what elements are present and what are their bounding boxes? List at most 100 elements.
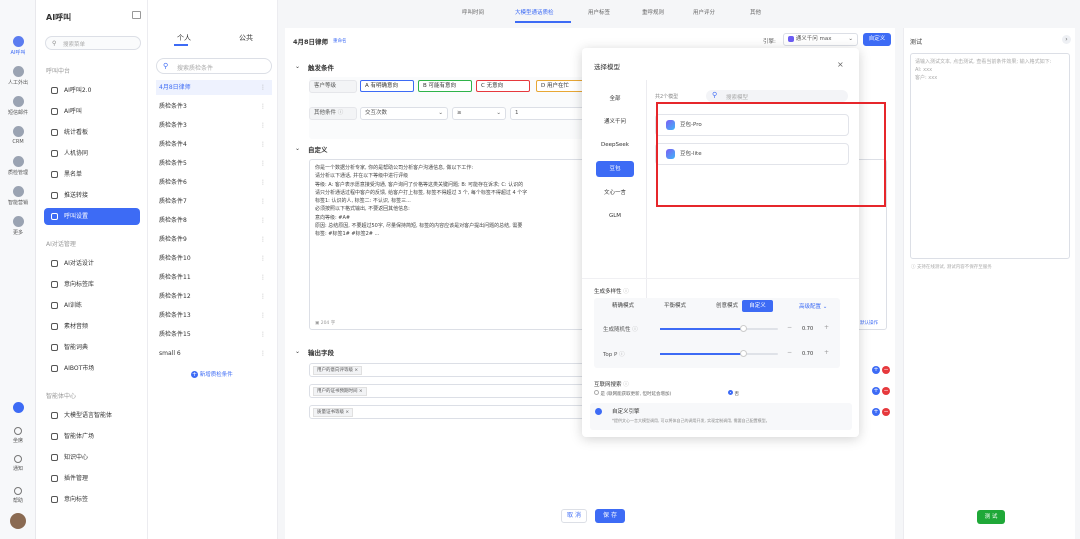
chevron-right-icon[interactable]: › (1062, 35, 1071, 44)
vendor-tab[interactable]: 豆包 (596, 161, 634, 177)
list-item[interactable]: 质检条件7 ⋮ (156, 194, 272, 209)
more-icon[interactable]: ⋮ (260, 118, 266, 133)
operator-select[interactable]: ≥ ⌄ (452, 107, 506, 120)
sidebar-item[interactable]: 知识中心 (44, 449, 140, 466)
minus-button[interactable]: − (787, 324, 792, 331)
output-field-tag[interactable]: 用户的意向评等级 × (313, 366, 363, 375)
top-tab[interactable]: 大模型通话质检 (515, 8, 554, 16)
more-icon[interactable]: ⋮ (260, 289, 266, 304)
temperature-slider[interactable] (660, 325, 778, 332)
add-field-icon[interactable]: + (872, 408, 880, 416)
rail-item[interactable]: 短信邮件 (0, 96, 36, 116)
list-item[interactable]: 质检条件15 ⋮ (156, 327, 272, 342)
tab-public[interactable]: 公共 (239, 33, 253, 43)
minus-button[interactable]: − (787, 349, 792, 356)
rail-bottom-item[interactable]: 帮助 (0, 487, 36, 504)
test-input[interactable]: 请输入测试文本, 点击测试, 查看当前条件效果; 输入格式如下: AI: xxx… (910, 53, 1070, 259)
plus-button[interactable]: + (824, 324, 829, 331)
topp-handle[interactable] (740, 350, 747, 357)
sidebar-item[interactable]: 统计看板 (44, 124, 140, 141)
mode-tab[interactable]: 自定义 (742, 300, 773, 312)
list-item[interactable]: small 6 ⋮ (156, 346, 272, 361)
model-search-input[interactable]: ⚲ 搜索模型 (706, 90, 848, 102)
rename-link[interactable]: 重命名 (333, 38, 347, 44)
sidebar-item[interactable]: AI对话设计 (44, 255, 140, 272)
sidebar-item[interactable]: AI呼叫 (44, 103, 140, 120)
add-condition-button[interactable]: + 新增质检条件 (191, 370, 233, 378)
top-tab[interactable]: 呼叫时间 (462, 8, 484, 16)
rail-item[interactable]: 人工外出 (0, 66, 36, 86)
remove-field-icon[interactable]: − (882, 366, 890, 374)
more-icon[interactable]: ⋮ (260, 175, 266, 190)
more-icon[interactable]: ⋮ (260, 251, 266, 266)
temperature-handle[interactable] (740, 325, 747, 332)
rail-item[interactable]: 更多 (0, 216, 36, 236)
list-item[interactable]: 质检条件4 ⋮ (156, 137, 272, 152)
collapse-chevron-icon[interactable]: ⌄ (295, 348, 300, 355)
sidebar-item[interactable]: 大模型语言智能体 (44, 407, 140, 424)
sidebar-item[interactable]: 意向标签 (44, 491, 140, 508)
condition-select[interactable]: 交互次数 ⌄ (360, 107, 448, 120)
user-avatar[interactable] (10, 513, 26, 529)
list-item[interactable]: 质检条件3 ⋮ (156, 118, 272, 133)
list-item[interactable]: 质检条件5 ⋮ (156, 156, 272, 171)
list-item[interactable]: 4月8日律师 ⋮ (156, 80, 272, 95)
advanced-config-link[interactable]: 高级配置 ⌄ (799, 302, 827, 310)
sidebar-item[interactable]: 人机协同 (44, 145, 140, 162)
topp-slider[interactable] (660, 350, 778, 357)
test-button[interactable]: 测 试 (977, 510, 1005, 524)
sidebar-search[interactable]: ⚲ 搜索菜单 (45, 36, 141, 50)
level-chip[interactable]: B 可能有意向 (418, 80, 472, 92)
more-icon[interactable]: ⋮ (260, 156, 266, 171)
close-icon[interactable]: × (837, 60, 844, 69)
sidebar-item[interactable]: 意向标签库 (44, 276, 140, 293)
add-field-icon[interactable]: + (872, 387, 880, 395)
more-icon[interactable]: ⋮ (260, 213, 266, 228)
restore-default-link[interactable]: 默认操作 (860, 320, 878, 326)
top-tab[interactable]: 用户评分 (693, 8, 715, 16)
more-icon[interactable]: ⋮ (260, 232, 266, 247)
output-field-tag[interactable]: 质量证书等级 × (313, 408, 354, 417)
list-item[interactable]: 质检条件9 ⋮ (156, 232, 272, 247)
top-tab[interactable]: 重呼规则 (642, 8, 664, 16)
rail-bottom-item[interactable]: 通知 (0, 455, 36, 472)
sidebar-item[interactable]: AI训练 (44, 297, 140, 314)
rail-bottom-item[interactable] (0, 402, 36, 415)
more-icon[interactable]: ⋮ (260, 80, 266, 95)
sidebar-item[interactable]: 插件管理 (44, 470, 140, 487)
plus-button[interactable]: + (824, 349, 829, 356)
list-item[interactable]: 质检条件12 ⋮ (156, 289, 272, 304)
rail-bottom-item[interactable]: 坐席 (0, 427, 36, 444)
top-tab[interactable]: 用户标签 (588, 8, 610, 16)
condition-search-input[interactable]: ⚲ 搜索质检条件 (156, 58, 272, 74)
sidebar-item[interactable]: 推送转接 (44, 187, 140, 204)
list-item[interactable]: 质检条件8 ⋮ (156, 213, 272, 228)
custom-engine-button[interactable]: 自定义 (863, 33, 891, 46)
more-icon[interactable]: ⋮ (260, 346, 266, 361)
sidebar-item[interactable]: 黑名单 (44, 166, 140, 183)
collapse-chevron-icon[interactable]: ⌄ (295, 63, 300, 70)
vendor-tab[interactable]: GLM (596, 208, 634, 224)
remove-field-icon[interactable]: − (882, 387, 890, 395)
list-item[interactable]: 质检条件10 ⋮ (156, 251, 272, 266)
more-icon[interactable]: ⋮ (260, 194, 266, 209)
vendor-tab[interactable]: DeepSeek (596, 137, 634, 153)
web-search-yes-option[interactable]: 是 (联网能获取更新, 但时延会增加) (594, 390, 671, 397)
mode-tab[interactable]: 精确模式 (600, 300, 646, 312)
more-icon[interactable]: ⋮ (260, 308, 266, 323)
add-field-icon[interactable]: + (872, 366, 880, 374)
rail-item[interactable]: AI呼叫 (0, 36, 36, 56)
level-chip[interactable]: C 无意向 (476, 80, 530, 92)
more-icon[interactable]: ⋮ (260, 270, 266, 285)
list-item[interactable]: 质检条件3 ⋮ (156, 99, 272, 114)
list-item[interactable]: 质检条件11 ⋮ (156, 270, 272, 285)
vendor-tab[interactable]: 通义千问 (596, 114, 634, 130)
more-icon[interactable]: ⋮ (260, 327, 266, 342)
engine-select[interactable]: 通义千问 max ⌄ (783, 33, 858, 46)
level-chip[interactable]: A 有明确意向 (360, 80, 414, 92)
rail-item[interactable]: 质检管理 (0, 156, 36, 176)
vendor-tab[interactable]: 文心一言 (596, 185, 634, 201)
sidebar-item[interactable]: 智能词典 (44, 339, 140, 356)
output-field-tag[interactable]: 用户的证书预期时间 × (313, 387, 367, 396)
more-icon[interactable]: ⋮ (260, 99, 266, 114)
